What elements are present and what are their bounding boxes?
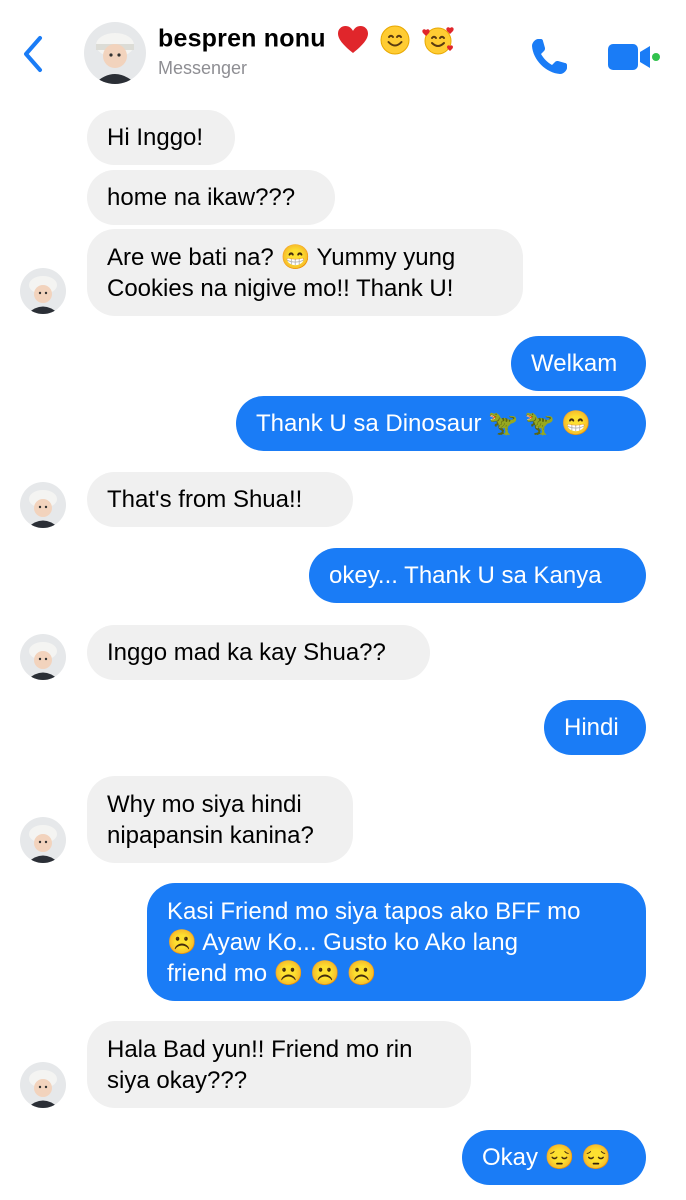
contact-avatar-small	[20, 1062, 66, 1108]
message-outgoing[interactable]: Okay 😔 😔	[462, 1130, 646, 1185]
message-text: Welkam	[531, 350, 618, 377]
message-incoming[interactable]: Why mo siya hindi nipapansin kanina?	[87, 776, 353, 863]
message-text: Are we bati na? 😁 Yummy yung Cookies na …	[107, 243, 456, 302]
video-call-icon[interactable]	[606, 40, 660, 74]
contact-name[interactable]: bespren nonu	[158, 24, 455, 56]
message-incoming[interactable]: home na ikaw???	[87, 170, 335, 225]
message-incoming[interactable]: Are we bati na? 😁 Yummy yung Cookies na …	[87, 229, 523, 316]
contact-avatar-small	[20, 817, 66, 863]
red-heart-icon	[337, 26, 368, 53]
phone-icon[interactable]	[528, 36, 570, 78]
chat-header: bespren nonu Messenger	[0, 0, 686, 98]
message-text: Why mo siya hindi nipapansin kanina?	[107, 790, 314, 849]
subtitle: Messenger	[158, 58, 248, 78]
message-outgoing[interactable]: Welkam	[511, 336, 646, 391]
smiling-face-icon	[380, 25, 410, 55]
contact-avatar-small	[20, 634, 66, 680]
message-outgoing[interactable]: Kasi Friend mo siya tapos ako BFF mo ☹️ …	[147, 883, 646, 1001]
message-text: Hindi	[564, 714, 619, 741]
smiling-face-with-hearts-icon	[422, 27, 454, 55]
message-incoming[interactable]: Inggo mad ka kay Shua??	[87, 625, 430, 680]
message-outgoing[interactable]: Thank U sa Dinosaur 🦖 🦖 😁	[236, 396, 646, 451]
contact-avatar-small	[20, 268, 66, 314]
message-text: okey... Thank U sa Kanya	[329, 562, 602, 589]
message-incoming[interactable]: Hi Inggo!	[87, 110, 235, 165]
message-outgoing[interactable]: okey... Thank U sa Kanya	[309, 548, 646, 603]
back-chevron-icon[interactable]	[18, 34, 48, 74]
contact-avatar[interactable]	[84, 22, 146, 84]
message-text: That's from Shua!!	[107, 486, 303, 513]
contact-name-text: bespren nonu	[158, 24, 326, 53]
message-text: Hi Inggo!	[107, 124, 204, 151]
message-text: Hala Bad yun!! Friend mo rin siya okay??…	[107, 1035, 413, 1094]
message-incoming[interactable]: That's from Shua!!	[87, 472, 353, 527]
message-text: home na ikaw???	[107, 184, 296, 211]
message-outgoing[interactable]: Hindi	[544, 700, 646, 755]
message-text: Inggo mad ka kay Shua??	[107, 639, 386, 666]
message-text: Thank U sa Dinosaur 🦖 🦖 😁	[256, 410, 592, 437]
message-text: Kasi Friend mo siya tapos ako BFF mo ☹️ …	[167, 897, 581, 987]
message-text: Okay 😔 😔	[482, 1144, 612, 1171]
message-incoming[interactable]: Hala Bad yun!! Friend mo rin siya okay??…	[87, 1021, 471, 1108]
contact-avatar-small	[20, 482, 66, 528]
